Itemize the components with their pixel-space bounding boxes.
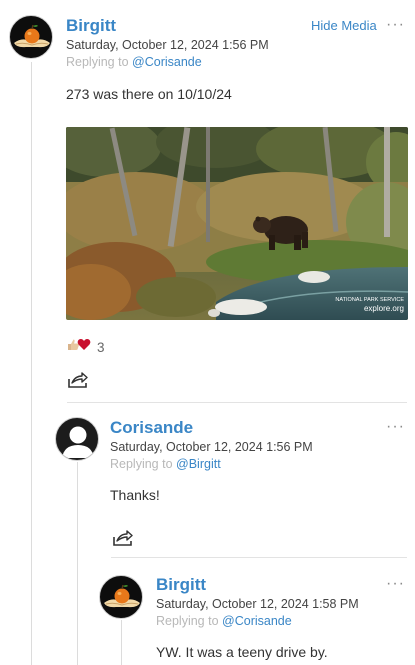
author-name[interactable]: Birgitt bbox=[156, 575, 206, 595]
timestamp: Saturday, October 12, 2024 1:58 PM bbox=[156, 597, 359, 611]
hide-media-button[interactable]: Hide Media bbox=[311, 18, 377, 33]
attached-photo[interactable]: NATIONAL PARK SERVICE explore.org bbox=[66, 127, 408, 320]
watermark-org: NATIONAL PARK SERVICE bbox=[335, 297, 404, 303]
comment-text: YW. It was a teeny drive by. bbox=[156, 644, 328, 660]
share-icon[interactable] bbox=[112, 529, 134, 552]
divider bbox=[111, 557, 407, 558]
replying-to-label: Replying to bbox=[156, 614, 219, 628]
more-options-icon[interactable]: ··· bbox=[386, 418, 405, 436]
replying-to: Replying to @Corisande bbox=[66, 55, 202, 69]
default-user-icon bbox=[62, 426, 94, 458]
author-name[interactable]: Corisande bbox=[110, 418, 193, 438]
heart-icon bbox=[77, 338, 91, 356]
comment-text: 273 was there on 10/10/24 bbox=[66, 86, 232, 102]
timestamp: Saturday, October 12, 2024 1:56 PM bbox=[66, 38, 269, 52]
divider bbox=[67, 402, 407, 403]
avatar[interactable] bbox=[9, 15, 53, 59]
mention-link[interactable]: @Birgitt bbox=[176, 457, 221, 471]
avatar[interactable] bbox=[55, 417, 99, 461]
avatar[interactable] bbox=[99, 575, 143, 619]
reaction-count: 3 bbox=[97, 339, 105, 355]
mention-link[interactable]: @Corisande bbox=[132, 55, 202, 69]
watermark-site: explore.org bbox=[364, 304, 404, 313]
replying-to-label: Replying to bbox=[110, 457, 173, 471]
thread-line-reply bbox=[77, 462, 78, 665]
author-name[interactable]: Birgitt bbox=[66, 16, 116, 36]
replying-to: Replying to @Birgitt bbox=[110, 457, 221, 471]
avatar-hands-apple-icon bbox=[104, 584, 140, 608]
thread-line-nested bbox=[121, 620, 122, 665]
reactions-summary[interactable]: 3 bbox=[67, 338, 105, 356]
bear-photo: NATIONAL PARK SERVICE explore.org bbox=[66, 127, 408, 320]
more-options-icon[interactable]: ··· bbox=[386, 16, 405, 34]
avatar-hands-apple-icon bbox=[14, 24, 50, 48]
thread-line-main bbox=[31, 62, 32, 665]
share-icon[interactable] bbox=[67, 371, 89, 394]
replying-to-label: Replying to bbox=[66, 55, 129, 69]
timestamp: Saturday, October 12, 2024 1:56 PM bbox=[110, 440, 313, 454]
more-options-icon[interactable]: ··· bbox=[386, 575, 405, 593]
mention-link[interactable]: @Corisande bbox=[222, 614, 292, 628]
replying-to: Replying to @Corisande bbox=[156, 614, 292, 628]
comment-text: Thanks! bbox=[110, 487, 160, 503]
